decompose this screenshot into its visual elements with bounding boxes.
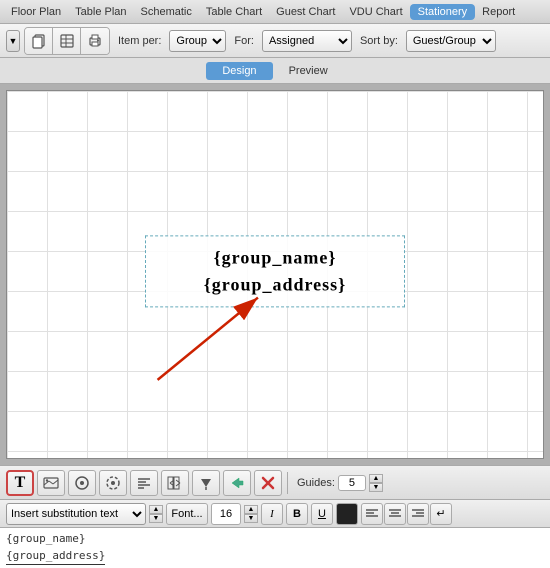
insert-select-stepper: ▲ ▼ <box>149 505 163 523</box>
sort-by-select[interactable]: Guest/Group <box>406 30 496 52</box>
font-button[interactable]: Font... <box>166 503 208 525</box>
canvas-textbox[interactable]: {group_name} {group_address} <box>145 235 405 307</box>
circle-tool-button[interactable] <box>68 470 96 496</box>
nav-item-floor-plan[interactable]: Floor Plan <box>4 4 68 20</box>
font-size-input[interactable] <box>211 503 241 525</box>
color-swatch[interactable] <box>336 503 358 525</box>
nav-item-table-plan[interactable]: Table Plan <box>68 4 133 20</box>
for-select[interactable]: Assigned <box>262 30 352 52</box>
item-per-label: Item per: <box>114 35 165 47</box>
underline-button[interactable]: U <box>311 503 333 525</box>
nav-item-vdu-chart[interactable]: VDU Chart <box>342 4 409 20</box>
text-preview-line2-text: {group_address} <box>6 548 105 566</box>
table-icon[interactable] <box>53 28 81 54</box>
align-buttons: ↵ <box>361 503 452 525</box>
spinner-tool-button[interactable] <box>99 470 127 496</box>
arrow-down-tool[interactable] <box>192 470 220 496</box>
separator <box>287 472 288 494</box>
bold-button[interactable]: B <box>286 503 308 525</box>
text-preview-line2: {group_address} <box>6 548 544 566</box>
align-right-button[interactable] <box>407 503 429 525</box>
sort-by-label: Sort by: <box>356 35 402 47</box>
insert-up-button[interactable]: ▲ <box>149 505 163 514</box>
canvas[interactable]: {group_name} {group_address} <box>6 90 544 459</box>
font-size-stepper: ▲ ▼ <box>244 505 258 523</box>
toolbar: ▼ <box>0 24 550 58</box>
text-tool-button[interactable]: T <box>6 470 34 496</box>
italic-button[interactable]: I <box>261 503 283 525</box>
canvas-text-line2: {group_address} <box>166 271 384 298</box>
item-per-select[interactable]: Group <box>169 30 226 52</box>
green-arrow-tool[interactable] <box>223 470 251 496</box>
copy-icon[interactable] <box>25 28 53 54</box>
guides-up-button[interactable]: ▲ <box>369 474 383 483</box>
guides-input[interactable] <box>338 475 366 491</box>
nav-item-stationery[interactable]: Stationery <box>410 4 476 20</box>
tab-design[interactable]: Design <box>206 62 272 80</box>
image-tool-button[interactable] <box>37 470 65 496</box>
format-bar: Insert substitution text ▲ ▼ Font... ▲ ▼… <box>0 499 550 527</box>
align-center-button[interactable] <box>384 503 406 525</box>
tab-preview[interactable]: Preview <box>273 62 344 80</box>
tab-row: Design Preview <box>0 58 550 84</box>
insert-substitution-select[interactable]: Insert substitution text <box>6 503 146 525</box>
align-left-tool[interactable] <box>130 470 158 496</box>
expand-button[interactable]: ▼ <box>6 30 20 52</box>
nav-bar: Floor Plan Table Plan Schematic Table Ch… <box>0 0 550 24</box>
print-icon[interactable] <box>81 28 109 54</box>
font-size-down[interactable]: ▼ <box>244 514 258 523</box>
canvas-text-line1: {group_name} <box>166 244 384 271</box>
for-label: For: <box>230 35 258 47</box>
insert-down-button[interactable]: ▼ <box>149 514 163 523</box>
align-justify-button[interactable]: ↵ <box>430 503 452 525</box>
bottom-toolbar: T <box>0 465 550 499</box>
text-preview: {group_name} {group_address} <box>0 527 550 568</box>
canvas-wrapper: {group_name} {group_address} <box>0 84 550 465</box>
guides-label: Guides: <box>297 477 335 489</box>
merge-tool[interactable] <box>161 470 189 496</box>
align-left-button[interactable] <box>361 503 383 525</box>
font-size-up[interactable]: ▲ <box>244 505 258 514</box>
text-preview-line1: {group_name} <box>6 531 544 548</box>
nav-item-schematic[interactable]: Schematic <box>134 4 199 20</box>
guides-stepper: ▲ ▼ <box>369 474 383 492</box>
delete-button[interactable] <box>254 470 282 496</box>
icon-group <box>24 27 110 55</box>
guides-down-button[interactable]: ▼ <box>369 483 383 492</box>
main-layout: ▼ <box>0 24 550 568</box>
nav-item-guest-chart[interactable]: Guest Chart <box>269 4 342 20</box>
nav-item-report[interactable]: Report <box>475 4 522 20</box>
nav-item-table-chart[interactable]: Table Chart <box>199 4 269 20</box>
